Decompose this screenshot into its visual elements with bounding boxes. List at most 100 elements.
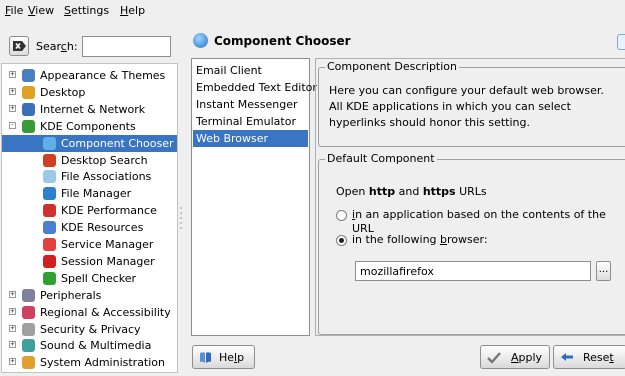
tree-item[interactable]: + System Administration	[2, 354, 177, 371]
component-list-item[interactable]: Terminal Emulator	[193, 113, 308, 130]
open-urls-label: Open http and https URLs	[336, 185, 487, 198]
component-list-item[interactable]: Web Browser	[193, 130, 308, 147]
menu-help[interactable]: Help	[120, 4, 145, 18]
tree-item-label: Appearance & Themes	[40, 69, 166, 82]
search-label: Search:	[36, 40, 78, 53]
radio-following-browser-label[interactable]: in the following browser:	[352, 233, 488, 247]
tree-item-label: Component Chooser	[61, 136, 174, 150]
expand-icon[interactable]: +	[9, 324, 16, 332]
group-title: Default Component	[325, 152, 437, 166]
kde-components-icon	[22, 119, 35, 133]
clear-search-icon	[13, 41, 26, 51]
browse-button[interactable]: ...	[596, 261, 611, 281]
tree-item[interactable]: Service Manager	[2, 236, 177, 253]
tree-item[interactable]: File Associations	[2, 168, 177, 185]
tree-item-label: KDE Components	[40, 119, 136, 133]
session-manager-icon	[43, 254, 56, 268]
apply-label: Apply	[511, 351, 543, 364]
tree-item[interactable]: Spell Checker	[2, 270, 177, 287]
tree-item-label: Session Manager	[61, 254, 155, 268]
tree-item[interactable]: + Security & Privacy	[2, 321, 177, 338]
tree-item[interactable]: + Regional & Accessibility	[2, 304, 177, 321]
globe-icon	[22, 102, 35, 116]
splitter-handle[interactable]	[179, 63, 183, 373]
menu-file[interactable]: File	[5, 4, 23, 18]
radio-url-based-label[interactable]: in an application based on the contents …	[352, 208, 625, 236]
component-chooser-title-icon	[193, 33, 208, 48]
component-list-item[interactable]: Embedded Text Editor	[193, 79, 317, 96]
menubar: File View Settings Help	[0, 0, 625, 22]
tree-item[interactable]: Session Manager	[2, 253, 177, 270]
system-admin-icon	[22, 356, 35, 370]
desktop-icon	[22, 85, 35, 99]
component-chooser-icon	[43, 136, 56, 150]
expand-icon[interactable]: +	[9, 307, 16, 315]
menu-settings[interactable]: Settings	[64, 4, 109, 18]
radio-url-based[interactable]	[336, 210, 347, 221]
apply-button[interactable]: Apply	[480, 345, 550, 369]
splitter-dots-icon	[180, 207, 182, 229]
page-title: Component Chooser	[214, 34, 351, 48]
reset-button[interactable]: Reset	[553, 345, 625, 369]
tree-item[interactable]: Component Chooser	[2, 134, 177, 152]
tree-item-label: Peripherals	[40, 288, 102, 302]
expand-icon[interactable]: +	[9, 87, 16, 95]
radio-following-browser[interactable]	[336, 235, 347, 246]
reset-arrow-icon	[561, 353, 573, 361]
appearance-icon	[22, 69, 35, 82]
resources-icon	[43, 221, 56, 235]
component-list[interactable]: Email Client Embedded Text Editor Instant …	[191, 58, 317, 336]
help-button[interactable]: Help	[192, 345, 255, 369]
expand-icon[interactable]: +	[9, 341, 16, 349]
help-label: Help	[219, 351, 245, 364]
collapse-icon[interactable]: -	[9, 121, 16, 129]
tree-item[interactable]: KDE Resources	[2, 219, 177, 236]
clear-search-button[interactable]	[9, 36, 29, 56]
settings-pane: Component Description Here you can confi…	[315, 58, 625, 336]
expand-icon[interactable]: +	[9, 104, 16, 112]
expand-icon[interactable]: +	[9, 358, 16, 366]
tree-item[interactable]: File Manager	[2, 185, 177, 202]
tree-item-label: Sound & Multimedia	[40, 339, 152, 353]
module-tree[interactable]: + Appearance & Themes + Desktop + Internet & …	[1, 63, 178, 373]
tree-item-label: Desktop	[40, 85, 86, 99]
tree-item-label: KDE Resources	[61, 221, 144, 235]
tree-item-label: Desktop Search	[61, 153, 148, 167]
regional-icon	[22, 305, 35, 319]
desktop-search-icon	[43, 153, 56, 167]
help-icon	[200, 352, 211, 363]
tree-item-label: Regional & Accessibility	[40, 305, 171, 319]
tree-item-label: File Manager	[61, 187, 132, 201]
reset-label: Reset	[583, 351, 614, 364]
quick-help-icon[interactable]	[617, 34, 625, 50]
browser-command-input[interactable]	[355, 261, 591, 281]
tree-item-label: System Administration	[40, 356, 166, 370]
file-manager-icon	[43, 187, 56, 201]
menu-view[interactable]: View	[28, 4, 54, 18]
tree-item[interactable]: Desktop Search	[2, 152, 177, 169]
group-title: Component Description	[325, 60, 460, 74]
checkmark-icon	[487, 352, 501, 364]
tree-item[interactable]: + Appearance & Themes	[2, 67, 177, 84]
component-description-group: Component Description Here you can confi…	[318, 60, 625, 147]
security-icon	[22, 322, 35, 336]
tree-item[interactable]: + Desktop	[2, 84, 177, 101]
peripherals-icon	[22, 288, 35, 302]
tree-item[interactable]: + Internet & Network	[2, 101, 177, 118]
tree-item[interactable]: + Peripherals	[2, 287, 177, 304]
component-list-item[interactable]: Email Client	[193, 62, 308, 79]
default-component-group: Default Component Open http and https UR…	[318, 152, 625, 335]
tree-item-label: File Associations	[61, 170, 152, 184]
sound-icon	[22, 339, 35, 353]
expand-icon[interactable]: +	[9, 290, 16, 298]
component-list-item[interactable]: Instant Messenger	[193, 96, 308, 113]
expand-icon[interactable]: +	[9, 71, 16, 78]
tree-item[interactable]: + Sound & Multimedia	[2, 337, 177, 354]
tree-item[interactable]: - KDE Components	[2, 118, 177, 135]
performance-icon	[43, 204, 56, 218]
tree-item-label: Internet & Network	[40, 102, 146, 116]
service-manager-icon	[43, 238, 56, 251]
tree-item-label: Spell Checker	[61, 271, 137, 285]
tree-item[interactable]: KDE Performance	[2, 202, 177, 219]
search-input[interactable]	[82, 36, 171, 57]
